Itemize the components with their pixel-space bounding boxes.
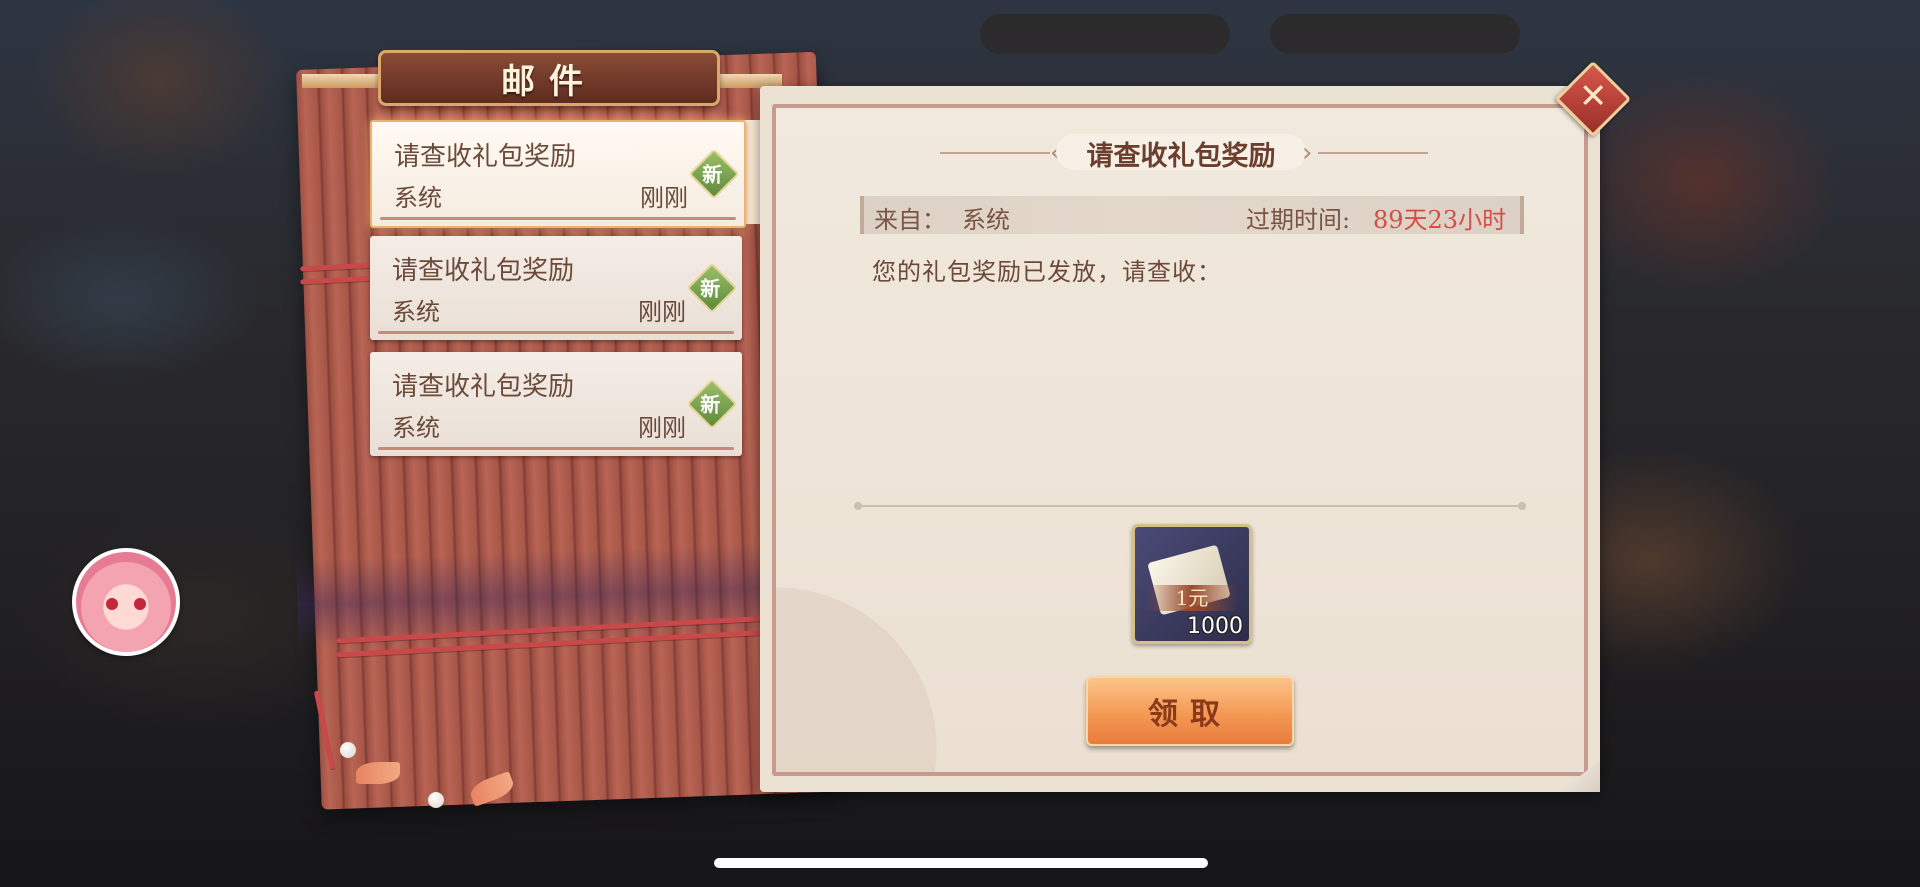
- letter-body: 您的礼包奖励已发放，请查收：: [872, 258, 1222, 286]
- mail-time: 刚刚: [638, 414, 686, 442]
- mail-sender: 系统: [392, 298, 440, 326]
- tassel-bead: [428, 792, 444, 808]
- mail-subject: 请查收礼包奖励: [392, 372, 575, 402]
- mail-subject: 请查收礼包奖励: [392, 256, 575, 286]
- from-value: 系统: [962, 206, 1010, 234]
- mail-list-item-1[interactable]: 请查收礼包奖励 系统 刚刚 新: [370, 120, 746, 228]
- claim-button-label: 领取: [1148, 697, 1232, 732]
- title-ornament-line: [1318, 152, 1428, 154]
- assistant-avatar[interactable]: [72, 548, 180, 656]
- from-label: 来自：: [874, 206, 946, 234]
- mail-subject: 请查收礼包奖励: [394, 142, 577, 172]
- avatar-eye: [106, 598, 118, 610]
- mail-time: 刚刚: [638, 298, 686, 326]
- reward-item[interactable]: 1元 1000: [1132, 524, 1252, 644]
- reward-name: 1元: [1145, 585, 1239, 611]
- new-badge: 新: [688, 148, 740, 200]
- new-badge: 新: [686, 378, 738, 430]
- new-badge: 新: [686, 262, 738, 314]
- expire-label: 过期时间:: [1246, 206, 1351, 234]
- mail-time: 刚刚: [640, 184, 688, 212]
- mail-sender: 系统: [394, 184, 442, 212]
- mail-list-item-3[interactable]: 请查收礼包奖励 系统 刚刚 新: [370, 352, 742, 456]
- title-bracket-right: ›: [1302, 138, 1313, 168]
- tassel-bead: [340, 742, 356, 758]
- expire-value: 89天23小时: [1373, 206, 1507, 234]
- new-badge-label: 新: [700, 392, 721, 417]
- mail-title-plaque: 邮件: [378, 50, 720, 106]
- claim-button[interactable]: 领取: [1086, 676, 1294, 746]
- reward-count: 1000: [1187, 614, 1243, 639]
- new-badge-label: 新: [700, 276, 721, 301]
- mail-sender: 系统: [392, 414, 440, 442]
- letter-title: 请查收礼包奖励: [1056, 134, 1306, 172]
- title-ornament-line: [940, 152, 1050, 154]
- mail-list-item-2[interactable]: 请查收礼包奖励 系统 刚刚 新: [370, 236, 742, 340]
- close-icon: ✕: [1578, 76, 1608, 117]
- home-indicator[interactable]: [714, 858, 1208, 868]
- new-badge-label: 新: [702, 162, 723, 187]
- avatar-eye: [134, 598, 146, 610]
- section-divider: [854, 502, 1526, 510]
- page-title: 邮件: [501, 61, 597, 102]
- tassel: [356, 762, 400, 784]
